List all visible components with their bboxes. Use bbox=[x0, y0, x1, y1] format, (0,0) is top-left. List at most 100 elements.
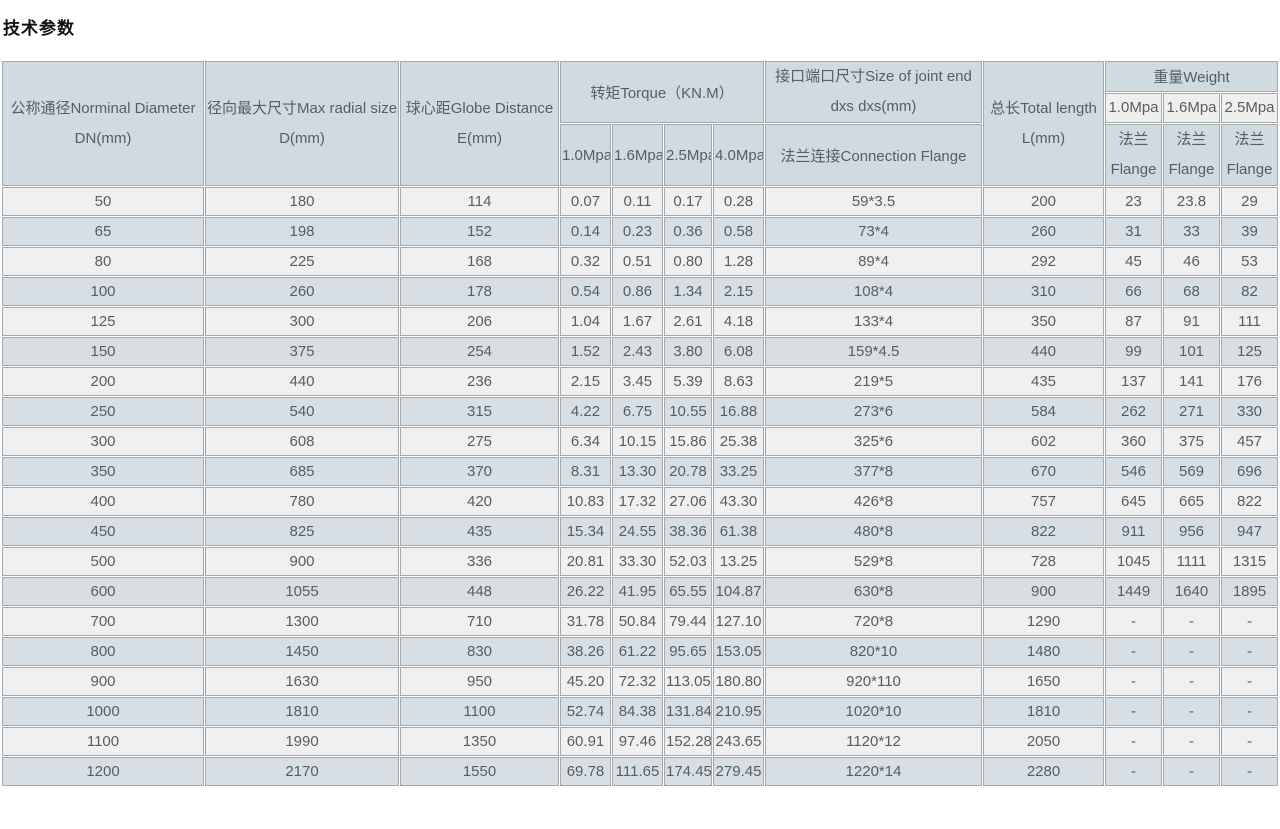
cell: 159*4.5 bbox=[765, 337, 982, 366]
cell: 4.18 bbox=[713, 307, 764, 336]
cell: 5.39 bbox=[664, 367, 712, 396]
cell: 176 bbox=[1221, 367, 1278, 396]
cell: 6.75 bbox=[612, 397, 663, 426]
header-weight-group: 重量Weight bbox=[1105, 61, 1278, 92]
cell: 87 bbox=[1105, 307, 1162, 336]
cell: 152.28 bbox=[664, 727, 712, 756]
cell: 69.78 bbox=[560, 757, 611, 786]
cell: 8.63 bbox=[713, 367, 764, 396]
cell: 457 bbox=[1221, 427, 1278, 456]
cell: 1220*14 bbox=[765, 757, 982, 786]
cell: 0.80 bbox=[664, 247, 712, 276]
table-row: 800145083038.2661.2295.65153.05820*10148… bbox=[2, 637, 1278, 666]
cell: - bbox=[1105, 637, 1162, 666]
cell: - bbox=[1221, 607, 1278, 636]
cell: - bbox=[1221, 637, 1278, 666]
cell: 84.38 bbox=[612, 697, 663, 726]
header-joint-end-size: 接口端口尺寸Size of joint end dxs dxs(mm) bbox=[765, 61, 982, 123]
cell: 180 bbox=[205, 187, 399, 216]
cell: 780 bbox=[205, 487, 399, 516]
cell: 292 bbox=[983, 247, 1104, 276]
cell: 141 bbox=[1163, 367, 1220, 396]
cell: 700 bbox=[2, 607, 204, 636]
table-row: 1002601780.540.861.342.15108*4310666882 bbox=[2, 277, 1278, 306]
cell: 500 bbox=[2, 547, 204, 576]
cell: 400 bbox=[2, 487, 204, 516]
header-torque-group: 转矩Torque（KN.M） bbox=[560, 61, 764, 123]
cell: 2170 bbox=[205, 757, 399, 786]
cell: 900 bbox=[2, 667, 204, 696]
cell: 8.31 bbox=[560, 457, 611, 486]
header-nominal-diameter-cn-en: 公称通径Norminal Diameter bbox=[4, 94, 202, 124]
cell: 300 bbox=[2, 427, 204, 456]
cell: 133*4 bbox=[765, 307, 982, 336]
header-globe-distance: 球心距Globe Distance E(mm) bbox=[400, 61, 559, 186]
cell: 50 bbox=[2, 187, 204, 216]
cell: 2.61 bbox=[664, 307, 712, 336]
header-nominal-diameter: 公称通径Norminal Diameter DN(mm) bbox=[2, 61, 204, 186]
cell: 3.45 bbox=[612, 367, 663, 396]
cell: 1449 bbox=[1105, 577, 1162, 606]
cell: 435 bbox=[983, 367, 1104, 396]
cell: 271 bbox=[1163, 397, 1220, 426]
header-max-radial-size-unit: D(mm) bbox=[207, 124, 397, 154]
cell: - bbox=[1221, 667, 1278, 696]
cell: 920*110 bbox=[765, 667, 982, 696]
cell: 10.55 bbox=[664, 397, 712, 426]
cell: 584 bbox=[983, 397, 1104, 426]
cell: 480*8 bbox=[765, 517, 982, 546]
cell: 26.22 bbox=[560, 577, 611, 606]
cell: 125 bbox=[2, 307, 204, 336]
table-row: 1503752541.522.433.806.08159*4.544099101… bbox=[2, 337, 1278, 366]
cell: 0.86 bbox=[612, 277, 663, 306]
cell: 569 bbox=[1163, 457, 1220, 486]
cell: 1200 bbox=[2, 757, 204, 786]
table-row: 10001810110052.7484.38131.84210.951020*1… bbox=[2, 697, 1278, 726]
cell: 1640 bbox=[1163, 577, 1220, 606]
cell: 66 bbox=[1105, 277, 1162, 306]
cell: 174.45 bbox=[664, 757, 712, 786]
table-row: 651981520.140.230.360.5873*4260313339 bbox=[2, 217, 1278, 246]
cell: - bbox=[1221, 697, 1278, 726]
header-flange-2-cn: 法兰 bbox=[1165, 125, 1218, 155]
cell: 800 bbox=[2, 637, 204, 666]
cell: 670 bbox=[983, 457, 1104, 486]
header-flange-1: 法兰 Flange bbox=[1105, 124, 1162, 186]
cell: 101 bbox=[1163, 337, 1220, 366]
cell: 720*8 bbox=[765, 607, 982, 636]
cell: 27.06 bbox=[664, 487, 712, 516]
cell: 33.30 bbox=[612, 547, 663, 576]
cell: 24.55 bbox=[612, 517, 663, 546]
cell: 198 bbox=[205, 217, 399, 246]
cell: 260 bbox=[205, 277, 399, 306]
cell: 710 bbox=[400, 607, 559, 636]
cell: 262 bbox=[1105, 397, 1162, 426]
cell: 10.83 bbox=[560, 487, 611, 516]
cell: 546 bbox=[1105, 457, 1162, 486]
cell: 630*8 bbox=[765, 577, 982, 606]
cell: 279.45 bbox=[713, 757, 764, 786]
cell: 99 bbox=[1105, 337, 1162, 366]
cell: 225 bbox=[205, 247, 399, 276]
cell: 20.78 bbox=[664, 457, 712, 486]
cell: 1895 bbox=[1221, 577, 1278, 606]
cell: 0.07 bbox=[560, 187, 611, 216]
cell: 3.80 bbox=[664, 337, 712, 366]
cell: 127.10 bbox=[713, 607, 764, 636]
cell: 137 bbox=[1105, 367, 1162, 396]
cell: 38.36 bbox=[664, 517, 712, 546]
cell: 900 bbox=[983, 577, 1104, 606]
cell: 822 bbox=[1221, 487, 1278, 516]
cell: 33.25 bbox=[713, 457, 764, 486]
cell: 1.67 bbox=[612, 307, 663, 336]
cell: - bbox=[1105, 757, 1162, 786]
cell: 108*4 bbox=[765, 277, 982, 306]
header-torque-1.6mpa: 1.6Mpa bbox=[612, 124, 663, 186]
cell: 43.30 bbox=[713, 487, 764, 516]
cell: 602 bbox=[983, 427, 1104, 456]
cell: 1055 bbox=[205, 577, 399, 606]
page-title: 技术参数 bbox=[3, 14, 1280, 39]
cell: 1810 bbox=[205, 697, 399, 726]
cell: 0.51 bbox=[612, 247, 663, 276]
cell: 153.05 bbox=[713, 637, 764, 666]
